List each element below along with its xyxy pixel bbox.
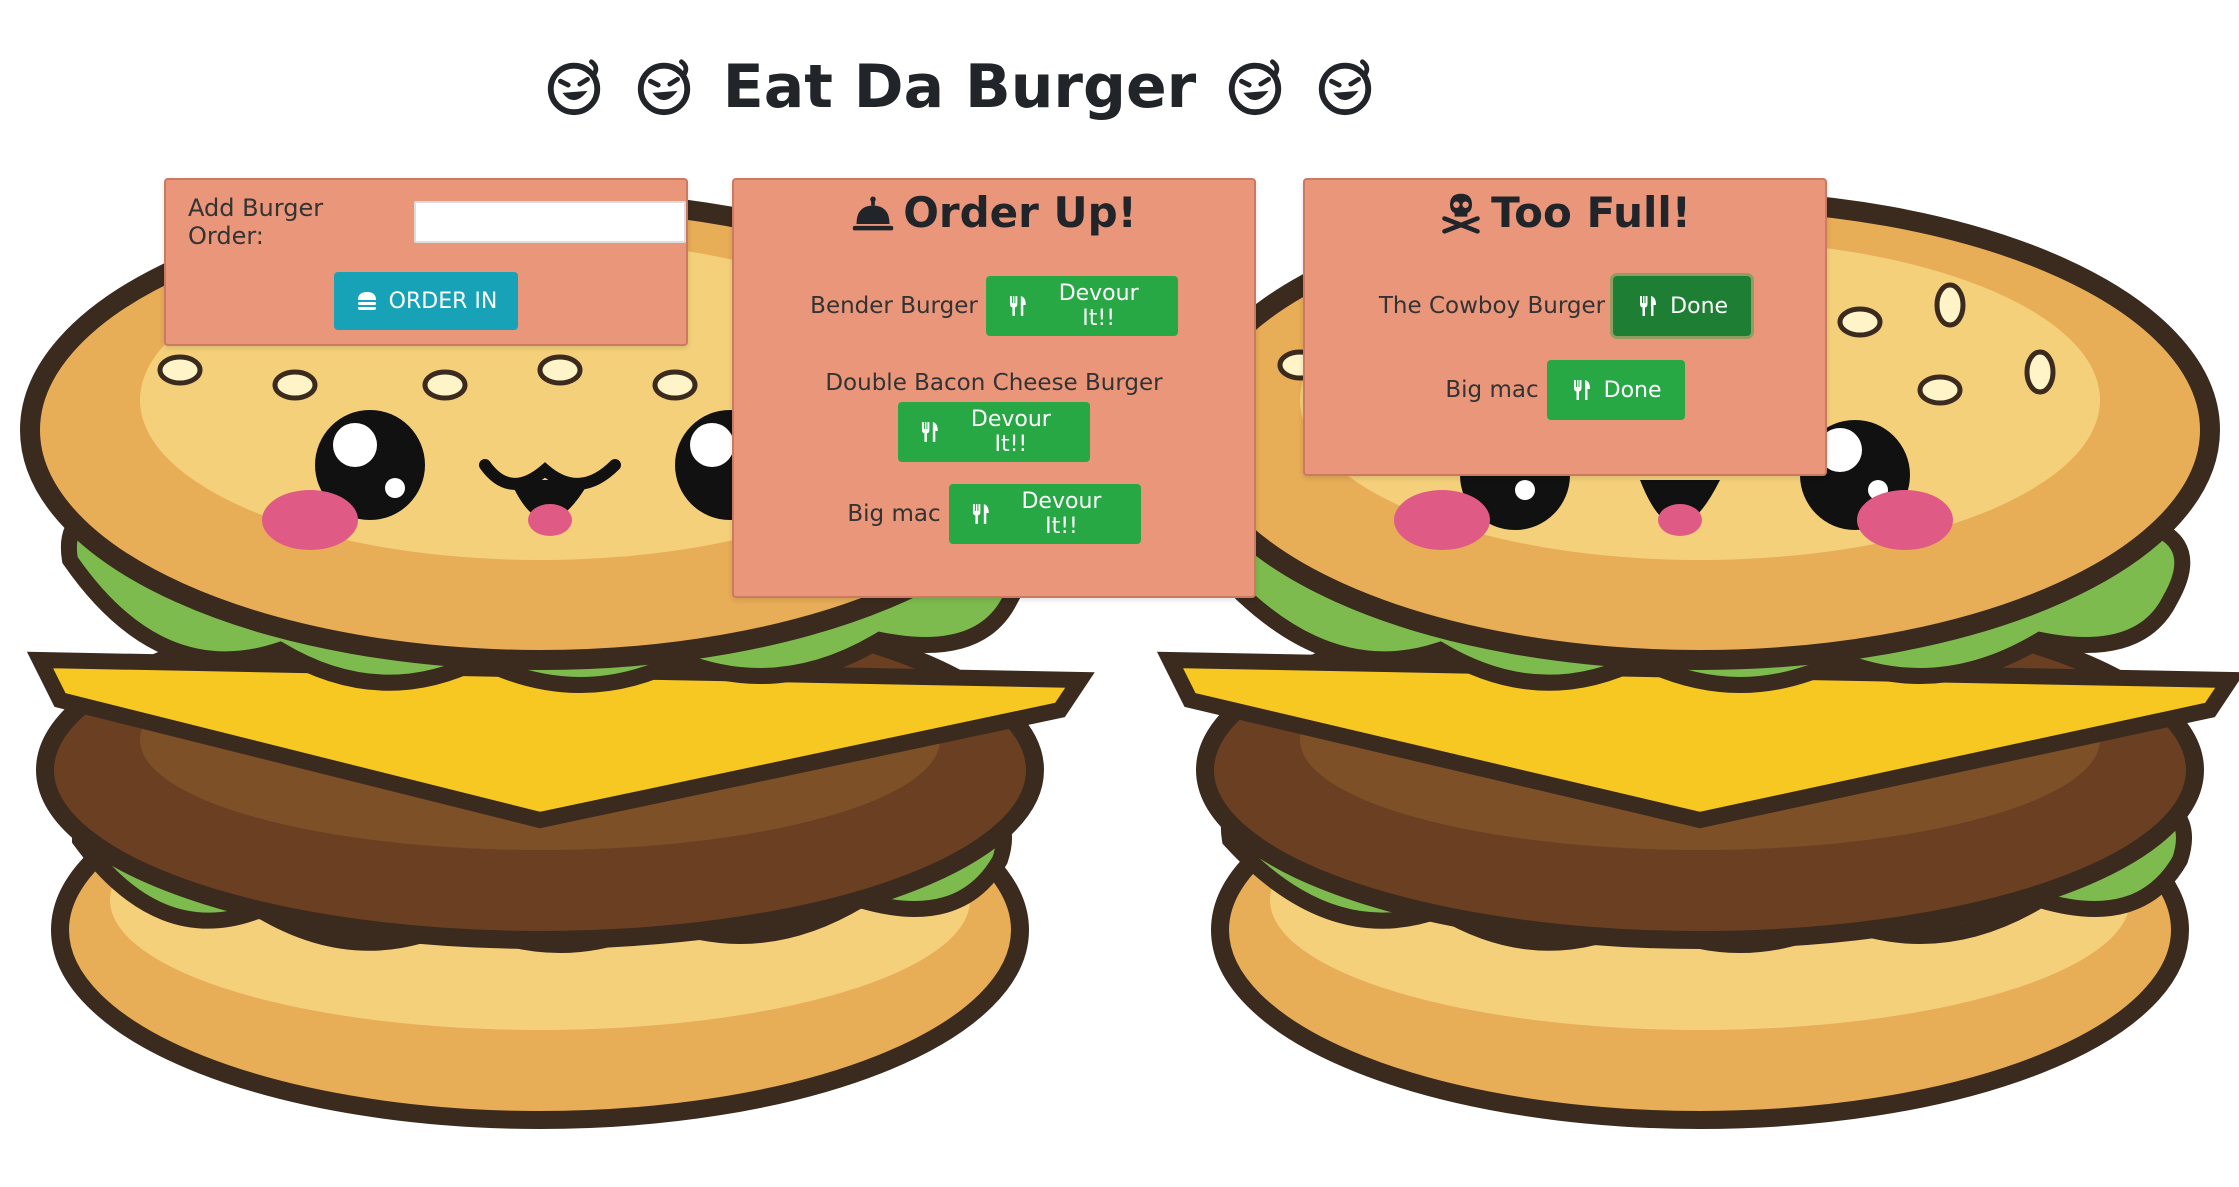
done-label: Done	[1603, 377, 1662, 403]
list-item: Double Bacon Cheese Burger Devour It!!	[734, 370, 1254, 462]
done-button[interactable]: Done	[1546, 360, 1685, 420]
list-item: Big mac Devour It!!	[734, 484, 1254, 544]
done-label: Done	[1670, 293, 1729, 319]
order-up-title: Order Up!	[903, 188, 1137, 237]
burger-name: Bender Burger	[810, 293, 978, 319]
laughing-face-icon	[547, 59, 600, 116]
devour-button[interactable]: Devour It!!	[985, 276, 1178, 336]
devour-button[interactable]: Devour It!!	[898, 402, 1090, 462]
add-burger-form: Add Burger Order:	[188, 194, 686, 250]
utensils-icon	[1640, 296, 1657, 316]
hamburger-icon	[357, 292, 376, 310]
utensils-icon	[1573, 380, 1590, 400]
too-full-panel: Too Full! The Cowboy Burger Done Big mac…	[1303, 178, 1827, 476]
too-full-title: Too Full!	[1491, 188, 1691, 237]
skull-crossbones-icon	[1442, 193, 1480, 234]
burger-name: Big mac	[1445, 377, 1539, 403]
concierge-bell-icon	[853, 196, 894, 230]
utensils-icon	[972, 504, 989, 524]
order-up-heading: Order Up!	[734, 188, 1254, 237]
order-up-panel: Order Up! Bender Burger Devour It!! Doub…	[732, 178, 1256, 598]
list-item: Big mac Done	[1305, 360, 1825, 420]
utensils-icon	[1009, 296, 1026, 316]
burger-name: Double Bacon Cheese Burger	[825, 370, 1163, 396]
page: Eat Da Burger Add Burger Order: ORDER IN…	[0, 0, 2239, 1187]
order-in-button[interactable]: ORDER IN	[334, 272, 518, 330]
page-title: Eat Da Burger	[0, 52, 2239, 122]
done-button[interactable]: Done	[1613, 276, 1752, 336]
order-in-label: ORDER IN	[388, 288, 498, 314]
title-text: Eat Da Burger	[722, 52, 1197, 122]
devour-label: Devour It!!	[1021, 489, 1102, 539]
burger-name-input[interactable]	[414, 201, 686, 243]
devour-label: Devour It!!	[970, 407, 1051, 457]
laughing-face-icon	[1229, 59, 1282, 116]
list-item: Bender Burger Devour It!!	[734, 276, 1254, 336]
burger-name: Big mac	[847, 501, 941, 527]
devour-button[interactable]: Devour It!!	[948, 484, 1141, 544]
utensils-icon	[921, 422, 938, 442]
burger-name: The Cowboy Burger	[1378, 293, 1606, 319]
too-full-heading: Too Full!	[1305, 188, 1825, 237]
laughing-face-icon	[1319, 59, 1372, 116]
list-item: The Cowboy Burger Done	[1305, 276, 1825, 336]
devour-label: Devour It!!	[1058, 281, 1139, 331]
add-burger-panel: Add Burger Order: ORDER IN	[164, 178, 688, 346]
add-burger-label: Add Burger Order:	[188, 194, 324, 250]
laughing-face-icon	[637, 59, 690, 116]
